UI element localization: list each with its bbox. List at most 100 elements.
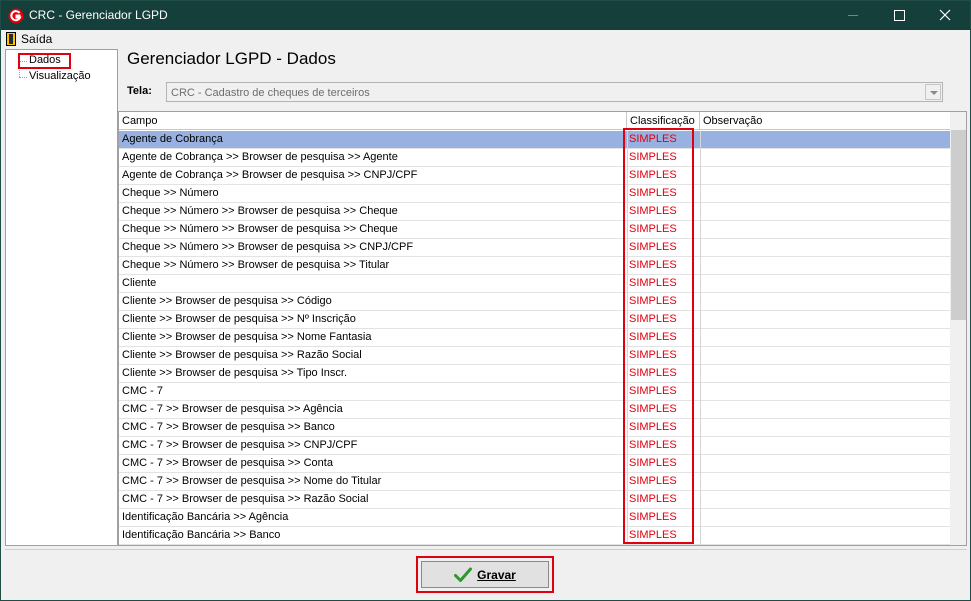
cell-observacao[interactable] <box>701 275 950 292</box>
cell-observacao[interactable] <box>701 437 950 454</box>
table-row[interactable]: Cheque >> Número >> Browser de pesquisa … <box>119 221 950 239</box>
cell-campo[interactable]: Agente de Cobrança >> Browser de pesquis… <box>122 149 624 166</box>
table-row[interactable]: CMC - 7 >> Browser de pesquisa >> Agênci… <box>119 401 950 419</box>
close-icon <box>939 9 951 21</box>
table-row[interactable]: Cheque >> Número >> Browser de pesquisa … <box>119 257 950 275</box>
app-logo-icon <box>8 8 24 24</box>
cell-observacao[interactable] <box>701 473 950 490</box>
cell-campo[interactable]: Cheque >> Número >> Browser de pesquisa … <box>122 203 624 220</box>
table-row[interactable]: Cliente >> Browser de pesquisa >> Tipo I… <box>119 365 950 383</box>
page-title: Gerenciador LGPD - Dados <box>127 49 336 68</box>
table-row[interactable]: Cheque >> Número >> Browser de pesquisa … <box>119 203 950 221</box>
table-row[interactable]: Agente de Cobrança >> Browser de pesquis… <box>119 167 950 185</box>
table-row[interactable]: Agente de Cobrança SIMPLES <box>119 131 950 149</box>
tree-item-visualizacao[interactable]: Visualização <box>29 70 91 82</box>
cell-campo[interactable]: Agente de Cobrança >> Browser de pesquis… <box>122 167 624 184</box>
grid-header: Campo Classificação Observação <box>119 112 950 130</box>
cell-campo[interactable]: Cheque >> Número >> Browser de pesquisa … <box>122 239 624 256</box>
table-row[interactable]: CMC - 7 SIMPLES <box>119 383 950 401</box>
table-row[interactable]: CMC - 7 >> Browser de pesquisa >> Banco S… <box>119 419 950 437</box>
cell-observacao[interactable] <box>701 257 950 274</box>
menu-exit[interactable]: Saída <box>6 31 52 47</box>
cell-observacao[interactable] <box>701 293 950 310</box>
title-bar[interactable]: CRC - Gerenciador LGPD <box>1 1 970 30</box>
cell-campo[interactable]: Cliente >> Browser de pesquisa >> Nome F… <box>122 329 624 346</box>
cell-observacao[interactable] <box>701 203 950 220</box>
cell-observacao[interactable] <box>701 509 950 526</box>
maximize-icon <box>894 10 905 21</box>
minimize-button[interactable] <box>830 1 876 30</box>
exit-door-icon <box>6 32 16 46</box>
table-row[interactable]: Identificação Bancária >> Agência SIMPLES <box>119 509 950 527</box>
tree-connector <box>19 77 27 78</box>
table-row[interactable]: CMC - 7 >> Browser de pesquisa >> Conta S… <box>119 455 950 473</box>
cell-observacao[interactable] <box>701 491 950 508</box>
cell-observacao[interactable] <box>701 311 950 328</box>
cell-observacao[interactable] <box>701 221 950 238</box>
window-title: CRC - Gerenciador LGPD <box>29 8 168 22</box>
tela-label: Tela: <box>127 85 152 97</box>
cell-observacao[interactable] <box>701 131 950 148</box>
cell-campo[interactable]: Identificação Bancária >> Agência <box>122 509 624 526</box>
table-row[interactable]: Agente de Cobrança >> Browser de pesquis… <box>119 149 950 167</box>
tela-select-value: CRC - Cadastro de cheques de terceiros <box>171 87 370 99</box>
cell-campo[interactable]: CMC - 7 >> Browser de pesquisa >> Conta <box>122 455 624 472</box>
cell-campo[interactable]: Cliente <box>122 275 624 292</box>
cell-observacao[interactable] <box>701 149 950 166</box>
tela-select[interactable]: CRC - Cadastro de cheques de terceiros <box>166 82 943 102</box>
cell-campo[interactable]: CMC - 7 >> Browser de pesquisa >> Agênci… <box>122 401 624 418</box>
cell-campo[interactable]: Cheque >> Número <box>122 185 624 202</box>
cell-campo[interactable]: Agente de Cobrança <box>122 131 624 148</box>
cell-observacao[interactable] <box>701 527 950 544</box>
cell-campo[interactable]: Cliente >> Browser de pesquisa >> Tipo I… <box>122 365 624 382</box>
cell-campo[interactable]: Cheque >> Número >> Browser de pesquisa … <box>122 257 624 274</box>
menu-bar: Saída <box>2 30 969 48</box>
cell-observacao[interactable] <box>701 347 950 364</box>
cell-campo[interactable]: CMC - 7 >> Browser de pesquisa >> Razão … <box>122 491 624 508</box>
cell-campo[interactable]: Cliente >> Browser de pesquisa >> Nº Ins… <box>122 311 624 328</box>
table-row[interactable]: CMC - 7 >> Browser de pesquisa >> Nome d… <box>119 473 950 491</box>
cell-campo[interactable]: CMC - 7 <box>122 383 624 400</box>
vertical-scrollbar[interactable] <box>950 112 966 545</box>
table-row[interactable]: Cliente SIMPLES <box>119 275 950 293</box>
table-row[interactable]: Cliente >> Browser de pesquisa >> Código… <box>119 293 950 311</box>
maximize-button[interactable] <box>876 1 922 30</box>
cell-observacao[interactable] <box>701 401 950 418</box>
cell-campo[interactable]: Identificação Bancária >> Banco <box>122 527 624 544</box>
column-header-campo[interactable]: Campo <box>119 112 627 130</box>
table-row[interactable]: CMC - 7 >> Browser de pesquisa >> Razão … <box>119 491 950 509</box>
cell-observacao[interactable] <box>701 419 950 436</box>
table-row[interactable]: Cliente >> Browser de pesquisa >> Nº Ins… <box>119 311 950 329</box>
cell-campo[interactable]: CMC - 7 >> Browser de pesquisa >> Banco <box>122 419 624 436</box>
column-divider <box>700 131 701 545</box>
column-header-observacao[interactable]: Observação <box>700 112 950 130</box>
highlight-box-dados <box>18 53 71 69</box>
minimize-icon <box>848 15 858 16</box>
cell-observacao[interactable] <box>701 365 950 382</box>
cell-observacao[interactable] <box>701 455 950 472</box>
cell-campo[interactable]: Cheque >> Número >> Browser de pesquisa … <box>122 221 624 238</box>
chevron-down-icon[interactable] <box>925 84 941 100</box>
cell-observacao[interactable] <box>701 185 950 202</box>
table-row[interactable]: Cheque >> Número SIMPLES <box>119 185 950 203</box>
cell-campo[interactable]: CMC - 7 >> Browser de pesquisa >> CNPJ/C… <box>122 437 624 454</box>
cell-campo[interactable]: CMC - 7 >> Browser de pesquisa >> Nome d… <box>122 473 624 490</box>
cell-campo[interactable]: Cliente >> Browser de pesquisa >> Código <box>122 293 624 310</box>
cell-observacao[interactable] <box>701 239 950 256</box>
highlight-box-classificacao <box>623 128 694 544</box>
cell-observacao[interactable] <box>701 383 950 400</box>
table-row[interactable]: Identificação Bancária >> Banco SIMPLES <box>119 527 950 545</box>
cell-observacao[interactable] <box>701 167 950 184</box>
scrollbar-thumb[interactable] <box>951 130 966 320</box>
table-row[interactable]: CMC - 7 >> Browser de pesquisa >> CNPJ/C… <box>119 437 950 455</box>
app-window: CRC - Gerenciador LGPD Saída Dados Visua… <box>0 0 971 601</box>
navigation-tree: Dados Visualização <box>5 49 118 546</box>
close-button[interactable] <box>922 1 968 30</box>
table-row[interactable]: Cheque >> Número >> Browser de pesquisa … <box>119 239 950 257</box>
table-row[interactable]: Cliente >> Browser de pesquisa >> Razão … <box>119 347 950 365</box>
table-row[interactable]: Cliente >> Browser de pesquisa >> Nome F… <box>119 329 950 347</box>
highlight-box-save <box>416 556 554 593</box>
menu-exit-label: Saída <box>21 32 53 46</box>
cell-campo[interactable]: Cliente >> Browser de pesquisa >> Razão … <box>122 347 624 364</box>
cell-observacao[interactable] <box>701 329 950 346</box>
